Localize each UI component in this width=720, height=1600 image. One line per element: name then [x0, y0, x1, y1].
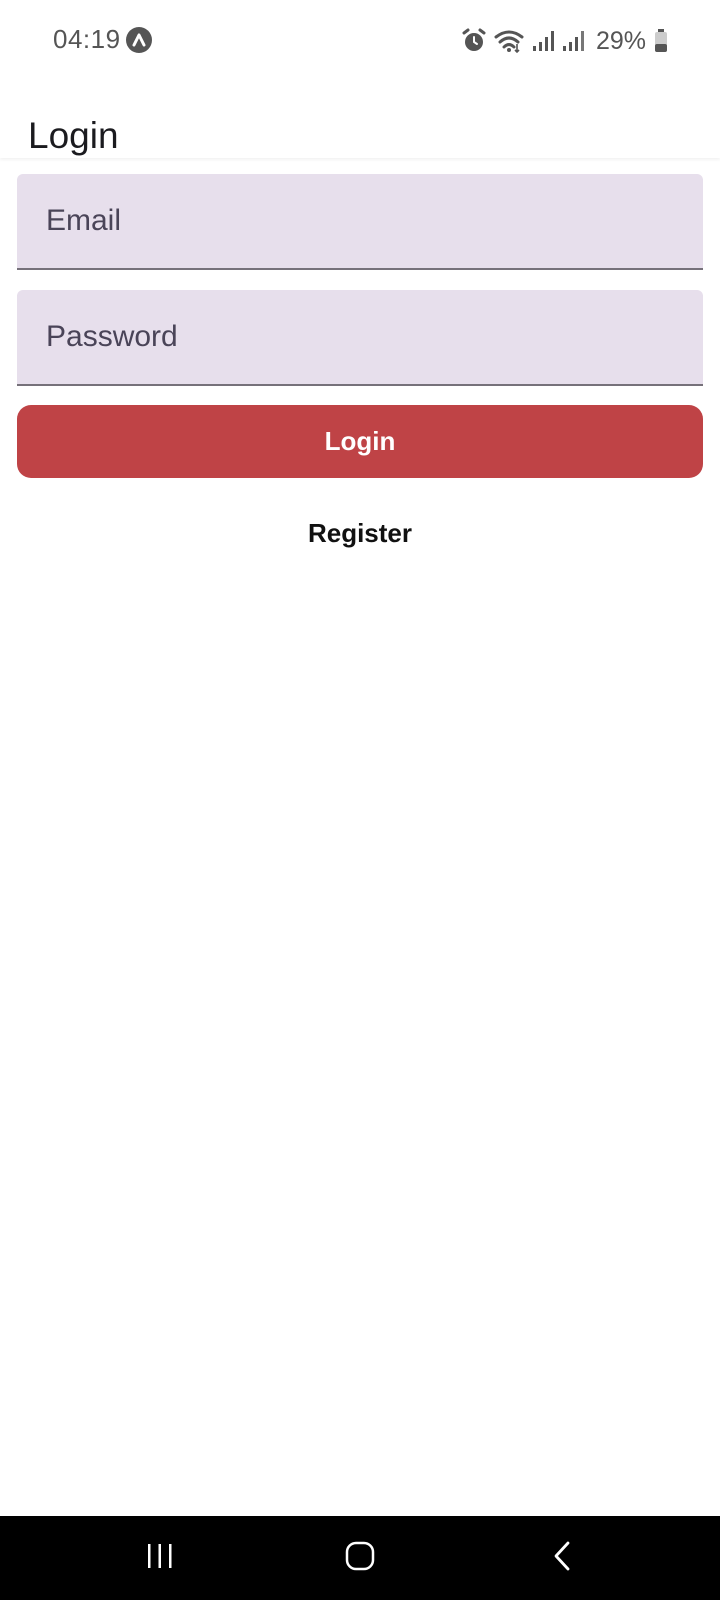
home-icon: [344, 1540, 376, 1577]
wifi-icon: [494, 29, 524, 53]
battery-icon: [654, 29, 668, 53]
alarm-icon: [462, 28, 486, 54]
email-field-container: [17, 174, 703, 270]
status-time: 04:19: [53, 24, 121, 54]
battery-percentage: 29%: [595, 26, 646, 55]
password-field-container: [17, 290, 703, 386]
back-icon: [550, 1540, 574, 1577]
home-button[interactable]: [330, 1530, 390, 1586]
status-bar: 04:19 29%: [0, 0, 720, 80]
register-button[interactable]: Register: [260, 508, 460, 558]
signal-icon: [532, 30, 554, 52]
app-bar: Login: [0, 80, 720, 158]
login-screen: 04:19 29% Login Email Login Register: [0, 0, 720, 1600]
navigation-bar: [0, 1516, 720, 1600]
email-field[interactable]: [17, 174, 703, 268]
login-button[interactable]: Login: [17, 405, 703, 478]
status-icons: 29%: [462, 26, 668, 56]
app-notification-icon: [126, 27, 152, 53]
page-title: Login: [28, 114, 119, 156]
signal-icon: [562, 30, 584, 52]
back-button[interactable]: [532, 1530, 592, 1586]
recents-button[interactable]: [130, 1530, 190, 1586]
recents-icon: [145, 1542, 175, 1575]
password-field[interactable]: [17, 290, 703, 384]
